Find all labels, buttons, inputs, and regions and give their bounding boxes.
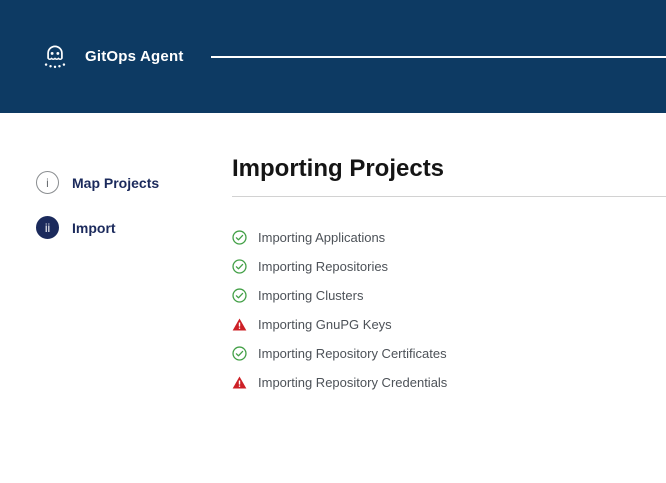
wizard-sidebar: i Map Projects ii Import: [0, 113, 232, 261]
status-row: Importing GnuPG Keys: [232, 317, 666, 333]
import-status-list: Importing Applications Importing Reposit…: [232, 230, 666, 391]
step-label: Map Projects: [72, 175, 159, 191]
status-row: Importing Applications: [232, 230, 666, 246]
status-row: Importing Repository Certificates: [232, 346, 666, 362]
check-circle-icon: [232, 230, 247, 245]
status-label: Importing Repositories: [258, 259, 388, 274]
brand-name: GitOps Agent: [85, 48, 184, 65]
status-label: Importing Clusters: [258, 288, 363, 303]
warning-triangle-icon: [232, 317, 247, 332]
app-header: GitOps Agent: [0, 0, 666, 113]
page-title: Importing Projects: [232, 155, 666, 184]
status-label: Importing Repository Certificates: [258, 346, 447, 361]
status-label: Importing Applications: [258, 230, 385, 245]
main-panel: Importing Projects Importing Application…: [232, 113, 666, 404]
title-divider: [232, 196, 666, 197]
status-row: Importing Repositories: [232, 259, 666, 275]
status-label: Importing Repository Credentials: [258, 375, 447, 390]
warning-triangle-icon: [232, 375, 247, 390]
sidebar-step-import[interactable]: ii Import: [36, 216, 232, 239]
status-label: Importing GnuPG Keys: [258, 317, 392, 332]
status-row: Importing Repository Credentials: [232, 375, 666, 391]
argo-octopus-icon: [38, 40, 72, 74]
check-circle-icon: [232, 346, 247, 361]
check-circle-icon: [232, 259, 247, 274]
check-circle-icon: [232, 288, 247, 303]
step-number-badge: i: [36, 171, 59, 194]
page-content: i Map Projects ii Import Importing Proje…: [0, 113, 666, 404]
sidebar-step-map-projects[interactable]: i Map Projects: [36, 171, 232, 194]
step-label: Import: [72, 220, 116, 236]
step-number-badge: ii: [36, 216, 59, 239]
header-divider-line: [211, 56, 666, 58]
status-row: Importing Clusters: [232, 288, 666, 304]
